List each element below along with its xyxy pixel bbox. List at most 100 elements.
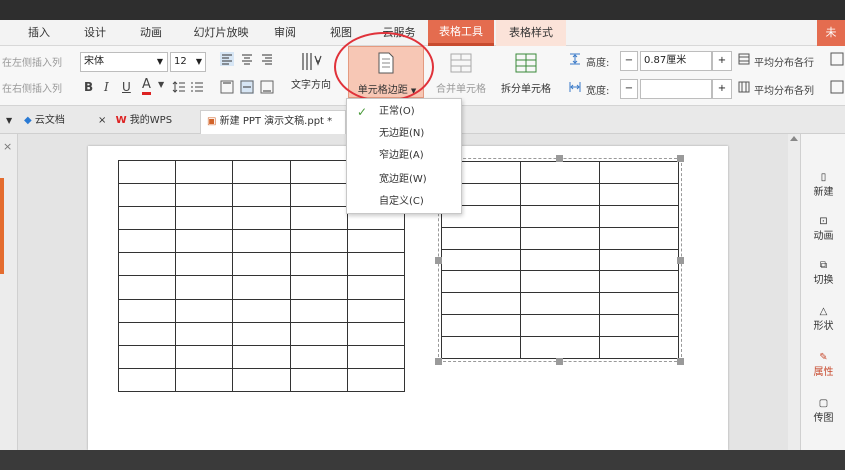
table-cell[interactable] <box>117 367 177 393</box>
slide-thumbnail-pane[interactable]: × <box>0 134 18 450</box>
table-cell[interactable] <box>599 292 679 316</box>
font-color-button[interactable]: A <box>142 78 151 95</box>
chevron-down-icon[interactable]: ▼ <box>158 80 164 89</box>
table-cell[interactable] <box>441 270 521 294</box>
align-left-icon[interactable] <box>220 52 234 66</box>
align-middle-icon[interactable] <box>240 80 254 94</box>
task-upload-image[interactable]: ▢ 传图 <box>801 398 845 424</box>
table-cell[interactable] <box>599 161 679 184</box>
height-increase-button[interactable]: + <box>712 51 732 71</box>
table-cell[interactable] <box>520 161 600 184</box>
table-cell[interactable] <box>599 248 679 272</box>
table-cell[interactable] <box>346 229 406 254</box>
table-cell[interactable] <box>520 226 600 250</box>
align-right-icon[interactable] <box>260 52 274 66</box>
table-cell[interactable] <box>117 206 177 231</box>
table-cell[interactable] <box>346 321 406 346</box>
tab-table-style[interactable]: 表格样式 <box>496 20 566 46</box>
resize-handle[interactable] <box>677 358 684 365</box>
table-cell[interactable] <box>289 206 348 231</box>
table-cell[interactable] <box>232 298 291 323</box>
table-cell[interactable] <box>289 298 348 323</box>
table-cell[interactable] <box>175 183 234 208</box>
list-icon[interactable] <box>190 80 204 94</box>
table-cell[interactable] <box>520 292 600 316</box>
merge-cells-button[interactable]: 合并单元格 <box>432 52 490 95</box>
table-cell[interactable] <box>175 206 234 231</box>
table-cell[interactable] <box>175 321 234 346</box>
table-cell[interactable] <box>520 336 600 359</box>
vertical-scrollbar[interactable] <box>788 134 800 450</box>
table-cell[interactable] <box>175 229 234 254</box>
table-cell[interactable] <box>175 275 234 300</box>
table-cell[interactable] <box>232 275 291 300</box>
table-cell[interactable] <box>441 226 521 250</box>
table-cell[interactable] <box>117 159 177 185</box>
table-cell[interactable] <box>117 183 177 208</box>
task-transition[interactable]: ⧉ 切换 <box>801 260 845 286</box>
text-direction-button[interactable]: 文字方向 <box>286 50 336 91</box>
task-new-slide[interactable]: ▯ 新建 <box>801 172 845 198</box>
table-cell[interactable] <box>289 229 348 254</box>
width-decrease-button[interactable]: − <box>620 79 638 99</box>
table-cell[interactable] <box>289 159 348 185</box>
table-cell[interactable] <box>520 270 600 294</box>
tab-my-wps[interactable]: × W 我的WPS <box>92 110 200 134</box>
table-cell[interactable] <box>117 321 177 346</box>
margin-option-custom[interactable]: 自定义(C) <box>347 191 461 213</box>
align-bottom-icon[interactable] <box>260 80 274 94</box>
tab-table-tools[interactable]: 表格工具 <box>428 20 494 46</box>
table-cell[interactable] <box>520 248 600 272</box>
split-cells-button[interactable]: 拆分单元格 <box>496 52 556 95</box>
task-animation[interactable]: ⊡ 动画 <box>801 216 845 242</box>
table-cell[interactable] <box>232 206 291 231</box>
task-shape[interactable]: △ 形状 <box>801 306 845 332</box>
table-cell[interactable] <box>232 229 291 254</box>
table-cell[interactable] <box>346 298 406 323</box>
table-cell[interactable] <box>520 314 600 337</box>
table-cell[interactable] <box>117 344 177 369</box>
table-cell[interactable] <box>232 252 291 277</box>
height-decrease-button[interactable]: − <box>620 51 638 71</box>
margin-option-narrow[interactable]: 窄边距(A) <box>347 145 461 167</box>
table-cell[interactable] <box>599 314 679 337</box>
table-more-icon[interactable] <box>830 80 844 94</box>
table-cell[interactable] <box>175 344 234 369</box>
tab-cloud-docs[interactable]: ◆ 云文档 <box>18 110 90 134</box>
line-spacing-icon[interactable] <box>172 80 186 94</box>
tab-ppt-document[interactable]: ▣ 新建 PPT 演示文稿.ppt * <box>200 110 346 134</box>
table-cell[interactable] <box>117 275 177 300</box>
tab-animation[interactable]: 动画 <box>136 20 166 46</box>
table-cell[interactable] <box>117 229 177 254</box>
table-cell[interactable] <box>599 336 679 359</box>
table-cell[interactable] <box>289 183 348 208</box>
table-cell[interactable] <box>599 182 679 206</box>
account-button[interactable]: 未 <box>817 20 845 46</box>
font-size-select[interactable]: 12 ▼ <box>170 52 206 72</box>
font-name-select[interactable]: 宋体 ▼ <box>80 52 168 72</box>
italic-button[interactable]: I <box>104 80 109 94</box>
margin-option-wide[interactable]: 宽边距(W) <box>347 169 461 191</box>
table-cell[interactable] <box>520 204 600 228</box>
table-cell[interactable] <box>232 344 291 369</box>
tab-slideshow[interactable]: 幻灯片放映 <box>190 20 252 46</box>
close-icon[interactable]: × <box>3 140 12 153</box>
tab-insert[interactable]: 插入 <box>24 20 54 46</box>
table-cell[interactable] <box>175 367 234 393</box>
table-right[interactable] <box>441 161 679 359</box>
table-cell[interactable] <box>232 183 291 208</box>
table-cell[interactable] <box>117 298 177 323</box>
height-input[interactable]: 0.87厘米 <box>640 51 712 71</box>
table-cell[interactable] <box>289 344 348 369</box>
resize-handle[interactable] <box>677 155 684 162</box>
table-cell[interactable] <box>117 252 177 277</box>
scroll-up-icon[interactable] <box>790 136 798 141</box>
bold-button[interactable]: B <box>84 80 93 94</box>
resize-handle[interactable] <box>677 257 684 264</box>
align-top-icon[interactable] <box>220 80 234 94</box>
tab-review[interactable]: 审阅 <box>270 20 300 46</box>
table-cell[interactable] <box>441 336 521 359</box>
resize-handle[interactable] <box>556 155 563 162</box>
width-input[interactable] <box>640 79 712 99</box>
table-cell[interactable] <box>441 314 521 337</box>
